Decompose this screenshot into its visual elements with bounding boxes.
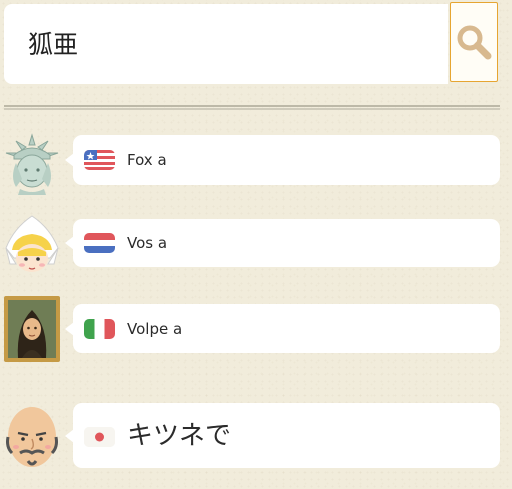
flag-netherlands-icon (84, 233, 115, 253)
samurai-man-avatar (6, 407, 58, 467)
translation-row-dutch[interactable]: Vos a (0, 214, 512, 276)
translation-text: Volpe a (127, 320, 183, 338)
translation-bubble[interactable]: Volpe a (65, 304, 500, 353)
search-input[interactable] (26, 22, 430, 68)
translation-bubble[interactable]: .r1::before{top:18px} Fox a (65, 135, 500, 185)
flag-japan-icon (84, 427, 115, 447)
mona-lisa-avatar (4, 296, 60, 362)
flag-italy-icon (84, 319, 115, 339)
translation-bubble[interactable]: Vos a (65, 219, 500, 267)
translation-row-italian[interactable]: Volpe a (0, 296, 512, 362)
divider (4, 105, 500, 110)
search-button[interactable] (450, 2, 498, 82)
translation-text: キツネで (127, 421, 232, 451)
statue-of-liberty-avatar (5, 133, 59, 195)
translation-row-japanese[interactable]: キツネで (0, 401, 512, 471)
magnifier-icon (457, 25, 492, 60)
search-box (4, 4, 448, 84)
translation-text: Fox a (127, 151, 167, 169)
translation-bubble[interactable]: キツネで (65, 403, 500, 468)
flag-usa-icon (84, 150, 115, 170)
translation-row-english[interactable]: .r1::before{top:18px} Fox a (0, 133, 512, 195)
translation-text: Vos a (127, 234, 168, 252)
dutch-girl-avatar (5, 215, 59, 272)
